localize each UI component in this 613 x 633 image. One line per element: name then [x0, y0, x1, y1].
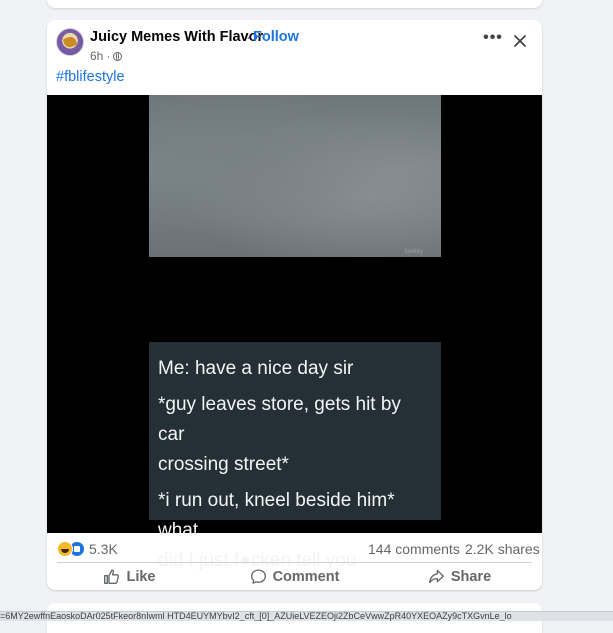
previous-post-card-edge — [47, 0, 542, 8]
meme-text-line: crossing street* — [158, 454, 289, 475]
post-time[interactable]: 6h — [90, 49, 103, 63]
meme-text-line: *guy leaves store, gets hit by car — [158, 394, 401, 445]
share-label: Share — [450, 568, 492, 585]
post-video[interactable]: lowkey Me: have a nice day sir *guy leav… — [47, 95, 542, 571]
video-watermark: lowkey — [404, 249, 423, 255]
page-name-link[interactable]: Juicy Memes With Flavor — [90, 29, 263, 45]
meme-text-line: Me: have a nice day sir — [158, 358, 354, 379]
hide-post-button[interactable] — [510, 31, 530, 51]
share-button[interactable]: Share — [377, 563, 542, 590]
follow-button[interactable]: Follow — [253, 29, 299, 45]
hashtag-link[interactable]: #fblifestyle — [56, 69, 125, 85]
meme-text-box: Me: have a nice day sir *guy leaves stor… — [149, 342, 441, 571]
page-avatar[interactable] — [56, 28, 84, 56]
globe-icon — [113, 51, 123, 61]
post-card: Juicy Memes With Flavor · Follow 6h · ••… — [47, 20, 542, 590]
reactions-summary[interactable]: 5.3K — [57, 541, 118, 557]
post-meta: 6h · — [90, 49, 123, 63]
cloudy-sky-image: lowkey — [149, 95, 441, 257]
reaction-count: 5.3K — [89, 541, 118, 557]
like-button[interactable]: Like — [47, 563, 212, 590]
time-separator: · — [106, 49, 111, 63]
post-stats: 5.3K 144 comments 2.2K shares — [47, 533, 542, 563]
share-arrow-icon — [428, 569, 444, 584]
comment-bubble-icon — [250, 569, 266, 584]
post-actions: Like Comment Share — [47, 563, 542, 590]
shares-count-link[interactable]: 2.2K shares — [465, 541, 540, 557]
like-label: Like — [126, 568, 156, 585]
more-dots-icon: ••• — [483, 29, 503, 46]
haha-reaction-icon — [57, 541, 73, 557]
thumbs-up-icon — [104, 569, 120, 584]
name-separator: · — [246, 29, 251, 45]
comment-label: Comment — [272, 568, 340, 585]
close-icon — [514, 35, 526, 47]
more-options-button[interactable]: ••• — [482, 29, 504, 51]
comment-button[interactable]: Comment — [212, 563, 377, 590]
comments-count-link[interactable]: 144 comments — [368, 541, 460, 557]
avatar-logo-icon — [62, 35, 78, 49]
